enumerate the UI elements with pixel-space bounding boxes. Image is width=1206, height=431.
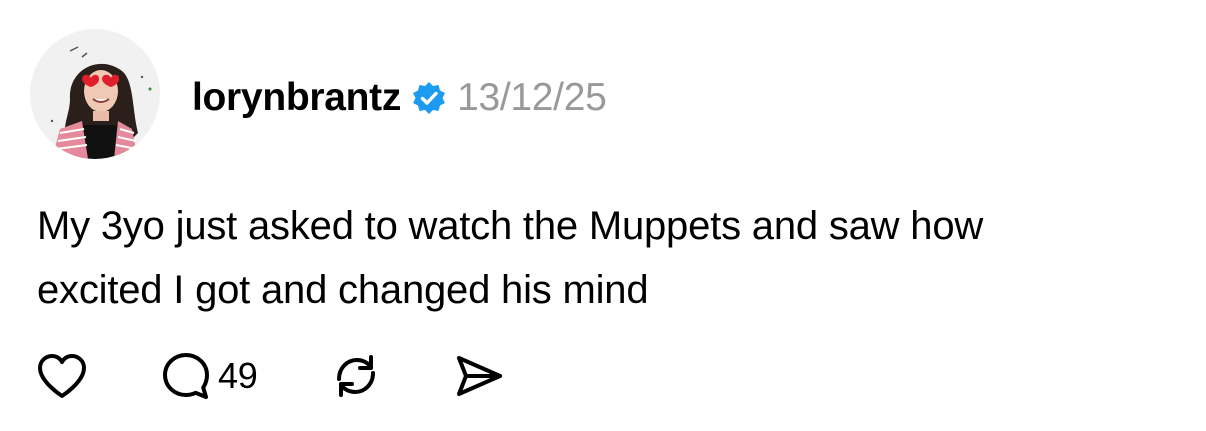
username[interactable]: lorynbrantz <box>192 76 401 120</box>
speech-bubble-icon <box>160 350 212 402</box>
post-text-line-2: excited I got and changed his mind <box>37 268 649 312</box>
like-button[interactable] <box>36 352 88 400</box>
avatar[interactable] <box>30 29 160 159</box>
repost-icon <box>331 351 381 401</box>
post-text: My 3yo just asked to watch the Muppets a… <box>37 194 1177 322</box>
reply-button[interactable]: 49 <box>160 350 258 402</box>
repost-button[interactable] <box>331 351 381 401</box>
send-icon <box>453 352 505 400</box>
share-button[interactable] <box>453 352 505 400</box>
post-header: lorynbrantz 13/12/25 <box>192 73 607 123</box>
post-timestamp: 13/12/25 <box>457 76 607 119</box>
post-text-line-1: My 3yo just asked to watch the Muppets a… <box>37 204 984 248</box>
reply-count: 49 <box>218 355 258 396</box>
post: lorynbrantz 13/12/25 My 3yo just asked t… <box>0 0 1206 431</box>
heart-icon <box>36 352 88 400</box>
action-bar: 49 <box>36 348 505 404</box>
verified-badge-icon <box>411 80 447 116</box>
